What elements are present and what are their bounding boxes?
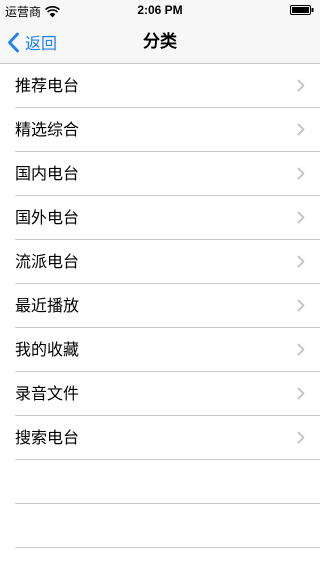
list-item-label: 我的收藏 [15, 340, 80, 359]
chevron-right-icon [297, 123, 305, 136]
status-bar: 运营商 2:06 PM [0, 0, 320, 20]
list-item-label: 最近播放 [15, 296, 80, 315]
list-item-genre[interactable]: 流派电台 [0, 240, 320, 284]
list-item-label: 精选综合 [15, 120, 80, 139]
page-title: 分类 [143, 32, 177, 52]
empty-row [0, 460, 320, 504]
chevron-right-icon [297, 79, 305, 92]
list-item-label: 流派电台 [15, 252, 80, 271]
empty-row [0, 504, 320, 548]
list-item-label: 搜索电台 [15, 428, 80, 447]
list-item-label: 录音文件 [15, 384, 80, 403]
nav-bar: 返回 分类 [0, 20, 320, 64]
battery-icon [290, 5, 314, 15]
list-item-label: 国内电台 [15, 164, 80, 183]
list-item-label: 推荐电台 [15, 76, 80, 95]
chevron-right-icon [297, 387, 305, 400]
list-item-domestic[interactable]: 国内电台 [0, 152, 320, 196]
list-item-foreign[interactable]: 国外电台 [0, 196, 320, 240]
list-item-search[interactable]: 搜索电台 [0, 416, 320, 460]
status-time: 2:06 PM [137, 3, 183, 17]
chevron-right-icon [297, 167, 305, 180]
chevron-right-icon [297, 255, 305, 268]
list-item-recommended[interactable]: 推荐电台 [0, 64, 320, 108]
chevron-right-icon [297, 211, 305, 224]
list-item-favorites[interactable]: 我的收藏 [0, 328, 320, 372]
list-item-label: 国外电台 [15, 208, 80, 227]
chevron-right-icon [297, 431, 305, 444]
category-list: 推荐电台 精选综合 国内电台 国外电台 流派电台 最近播放 我的收藏 录音文件 … [0, 64, 320, 548]
list-item-recent[interactable]: 最近播放 [0, 284, 320, 328]
chevron-right-icon [297, 343, 305, 356]
chevron-right-icon [297, 299, 305, 312]
list-item-recordings[interactable]: 录音文件 [0, 372, 320, 416]
list-item-featured[interactable]: 精选综合 [0, 108, 320, 152]
